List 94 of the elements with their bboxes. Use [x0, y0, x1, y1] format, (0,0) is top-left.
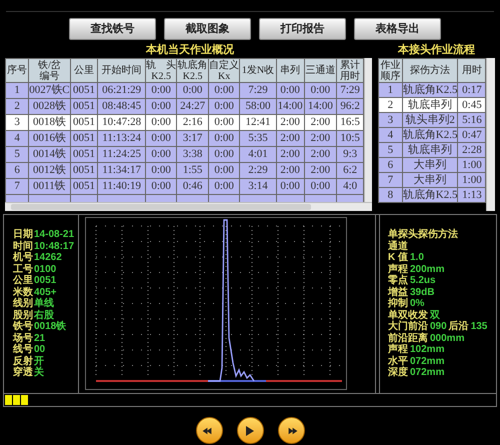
info-label: 抑制 [388, 298, 408, 310]
info-label: 机号 [13, 252, 33, 264]
info-value: 21 [34, 332, 46, 344]
info-label: 场号 [13, 332, 33, 344]
play-button[interactable] [236, 417, 264, 444]
column-header: 开始时间 [98, 58, 146, 82]
fast-forward-button[interactable] [278, 417, 304, 444]
table-title: 本机当天作业概况 [144, 42, 235, 58]
info-value: 关 [34, 367, 44, 378]
info-label: 时间 [13, 240, 33, 252]
status-indicator-icon [5, 395, 28, 405]
table-row[interactable]: 7 大串列 1:00 [378, 172, 486, 188]
column-header: 用时 [458, 58, 486, 82]
table-row[interactable]: 3 0018铁 0051 10:47:28 0:00 2:16 0:00 12:41 2:00 2:00 16:5 [6, 114, 364, 130]
info-value: 双 [430, 310, 440, 321]
info-label: 米数 [13, 286, 33, 298]
info-label: 铁号 [13, 321, 33, 332]
info-label: 反射 [13, 356, 33, 366]
table-row[interactable]: 7 0011铁 0051 11:40:19 0:00 0:46 0:00 3:14 0:00 0:00 4:0 [6, 178, 364, 194]
toolbar-button[interactable]: 查找铁号 [69, 18, 156, 40]
column-header: 探伤方法 [402, 58, 458, 82]
info-label: 股别 [13, 310, 33, 320]
info-value: 开 [34, 356, 44, 366]
info-label: 后沿 [448, 321, 469, 332]
table-title: 本接头作业流程 [396, 42, 476, 58]
info-value: 072mm [410, 356, 444, 367]
table-row[interactable]: 1 轨底角K2.5 0:17 [378, 82, 486, 98]
table-cell: 8 [378, 188, 402, 202]
info-label: 单探头探伤方法 [388, 229, 458, 240]
info-value: 0051 [34, 275, 56, 286]
info-label: 零点 [388, 275, 408, 286]
vertical-scrollbar[interactable] [364, 58, 372, 202]
info-value: 200mm [410, 264, 444, 275]
table-row[interactable]: 2 0028铁 0051 08:48:45 0:00 24:27 0:00 58:00 14:00 14:00 96:2 [6, 98, 364, 114]
info-value: 14-08-21 [34, 229, 74, 240]
info-label: K 值 [388, 252, 408, 264]
table-cell: 轨底角K2.5 [402, 188, 458, 202]
toolbar-button[interactable]: 表格导出 [354, 18, 441, 40]
column-header: 1发N收 [240, 58, 276, 82]
info-value: 072mm [410, 367, 444, 378]
table-row[interactable]: 4 轨底角K2.5 0:47 [378, 128, 486, 142]
info-label: 通道 [388, 240, 408, 252]
info-label: 声程 [388, 344, 408, 356]
info-value: 00 [34, 344, 46, 356]
info-value: 135 [470, 321, 488, 332]
info-label: 深度 [388, 367, 408, 378]
info-label: 水平 [388, 356, 408, 366]
info-value: 102mm [410, 344, 444, 356]
column-header: 三通道 [304, 58, 337, 82]
info-value: 0018铁 [34, 321, 66, 332]
info-label: 大门前沿 [388, 321, 428, 332]
info-value: 14262 [34, 252, 62, 264]
info-value: 单线 [34, 298, 54, 310]
column-header: 轨 头 K2.5 [145, 58, 177, 82]
toolbar-button[interactable]: 打印报告 [259, 18, 346, 40]
table-row[interactable]: 3 轨头串列2 5:16 [378, 112, 486, 128]
column-header: 作业顺序 [378, 58, 402, 82]
info-label: 穿透 [13, 367, 33, 378]
info-value: 405+ [34, 286, 57, 298]
info-label: 前沿距离 [388, 332, 428, 344]
info-label: 线号 [13, 344, 33, 356]
column-header: 累计用时 [336, 58, 364, 82]
table-row[interactable]: 5 0014铁 0051 11:24:25 0:00 3:38 0:00 4:01 2:00 2:00 9:3 [6, 146, 364, 162]
info-value: 39dB [410, 286, 434, 298]
table-row[interactable]: 1 0027铁C 0051 06:21:29 0:00 0:00 0:00 7:29 0:00 0:00 7:29 [6, 82, 364, 98]
horizontal-scrollbar[interactable] [5, 202, 372, 211]
info-value: 0% [410, 298, 424, 310]
column-header: 铁/岔编号 [28, 58, 70, 82]
table-row[interactable]: 5 轨底串列 2:28 [378, 142, 486, 158]
info-label: 声程 [388, 264, 408, 274]
info-value: 10:48:17 [34, 240, 74, 252]
table-row[interactable]: 6 0012铁 0051 11:34:17 0:00 1:55 0:00 2:29 2:00 2:00 6:2 [6, 162, 364, 178]
info-label: 公里 [13, 275, 33, 286]
table-row[interactable]: 8 轨底角K2.5 1:13 [378, 188, 486, 202]
column-header: 串列 [276, 58, 304, 82]
info-value: 000mm [430, 332, 464, 344]
info-value: 5.2us [410, 275, 436, 286]
info-value: 1.0 [410, 252, 424, 264]
info-value: 090 [430, 321, 447, 332]
info-value: 右股 [34, 310, 54, 321]
vertical-scrollbar[interactable] [486, 58, 495, 211]
info-label: 线别 [13, 298, 33, 310]
table-row[interactable]: 4 0016铁 0051 11:13:24 0:00 3:17 0:00 5:35 2:00 2:00 10:5 [6, 130, 364, 146]
table-row[interactable]: 6 大串列 1:00 [378, 158, 486, 172]
column-header: 序号 [6, 58, 29, 82]
info-label: 增益 [388, 286, 408, 298]
rewind-button[interactable] [196, 417, 222, 444]
toolbar-button[interactable]: 截取图象 [164, 18, 251, 40]
info-label: 工号 [13, 264, 33, 274]
info-value: 0100 [34, 264, 56, 275]
column-header: 公里 [70, 58, 98, 82]
table-row[interactable]: 2 轨底串列 0:45 [378, 98, 486, 112]
info-label: 日期 [13, 229, 33, 240]
info-label: 单双收发 [388, 310, 428, 320]
